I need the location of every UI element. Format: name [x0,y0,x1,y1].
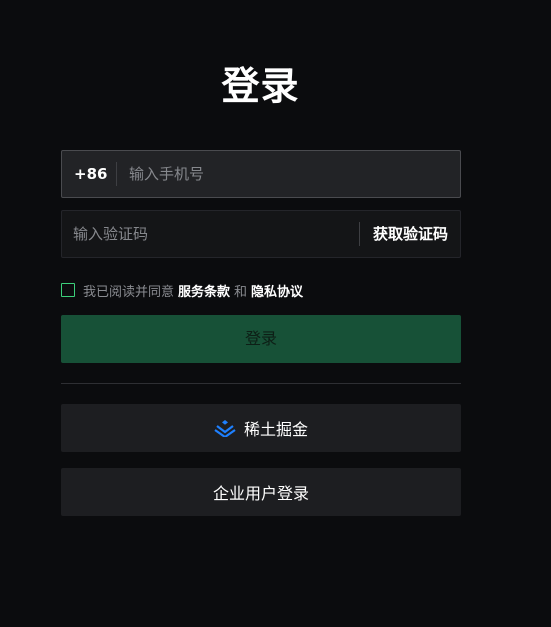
verify-code-input[interactable] [62,210,359,258]
juejin-login-button[interactable]: 稀土掘金 [61,404,461,452]
agreement-row: 我已阅读并同意 服务条款 和 隐私协议 [61,281,307,300]
page-title: 登录 [221,64,300,108]
phone-input[interactable] [117,150,460,198]
agreement-conjunction: 和 [234,284,248,300]
juejin-logo-icon [214,420,236,437]
login-button[interactable]: 登录 [61,315,461,363]
terms-link[interactable]: 服务条款 [178,281,230,300]
section-divider [61,383,461,384]
get-code-button[interactable]: 获取验证码 [360,211,460,257]
agree-checkbox[interactable] [61,283,75,297]
country-code-selector[interactable]: +86 [62,151,116,197]
enterprise-login-button[interactable]: 企业用户登录 [61,468,461,516]
login-page: 登录 +86 获取验证码 我已阅读并同意 服务条款 和 隐私协议 登录 稀土掘金… [0,0,551,627]
privacy-link[interactable]: 隐私协议 [251,281,303,300]
phone-field: +86 [61,150,461,198]
juejin-login-label: 稀土掘金 [243,420,308,439]
verify-code-field: 获取验证码 [61,210,461,258]
agreement-prefix: 我已阅读并同意 [83,284,175,300]
